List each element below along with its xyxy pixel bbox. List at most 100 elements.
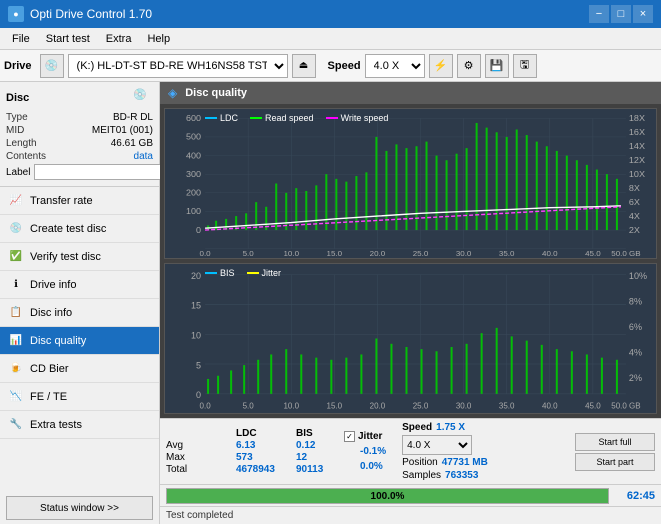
position-label: Position xyxy=(402,457,438,468)
read-speed-legend-item: Read speed xyxy=(250,113,314,123)
disc-panel: Disc 💿 Type BD-R DL MID MEIT01 (001) Len… xyxy=(0,82,159,187)
nav-create-test-disc[interactable]: 💿 Create test disc xyxy=(0,215,159,243)
nav-verify-test-disc[interactable]: ✅ Verify test disc xyxy=(0,243,159,271)
bis-header: BIS xyxy=(296,428,336,439)
avg-bis: 0.12 xyxy=(296,440,336,451)
nav-disc-quality[interactable]: 📊 Disc quality xyxy=(0,327,159,355)
jitter-legend-label: Jitter xyxy=(262,268,282,278)
save-btn[interactable]: 🖫 xyxy=(513,54,537,78)
jitter-header-row: ✓ Jitter xyxy=(344,431,382,442)
nav-drive-info[interactable]: ℹ Drive info xyxy=(0,271,159,299)
status-window-button[interactable]: Status window >> xyxy=(6,496,153,520)
svg-text:5.0: 5.0 xyxy=(243,249,254,258)
disc-length-label: Length xyxy=(6,138,37,149)
title-bar-left: ● Opti Drive Control 1.70 xyxy=(8,6,152,22)
main-area: Disc 💿 Type BD-R DL MID MEIT01 (001) Len… xyxy=(0,82,661,524)
svg-text:18X: 18X xyxy=(629,113,645,123)
svg-text:10.0: 10.0 xyxy=(283,402,299,411)
nav-fe-te[interactable]: 📉 FE / TE xyxy=(0,383,159,411)
drive-select[interactable]: (K:) HL-DT-ST BD-RE WH16NS58 TST4 xyxy=(68,54,288,78)
ldc-legend-dot xyxy=(205,117,217,119)
toolbar: Drive 💿 (K:) HL-DT-ST BD-RE WH16NS58 TST… xyxy=(0,50,661,82)
svg-text:45.0: 45.0 xyxy=(585,402,601,411)
svg-text:20.0: 20.0 xyxy=(370,249,386,258)
nav-disc-info[interactable]: 📋 Disc info xyxy=(0,299,159,327)
samples-value: 763353 xyxy=(445,470,478,481)
svg-text:35.0: 35.0 xyxy=(499,249,515,258)
content-area: ◈ Disc quality LDC Read speed xyxy=(160,82,661,524)
samples-label: Samples xyxy=(402,470,441,481)
svg-text:5.0: 5.0 xyxy=(243,402,255,411)
speed-dropdown[interactable]: 4.0 X xyxy=(402,435,472,455)
disc-label-label: Label xyxy=(6,167,30,178)
progress-time: 62:45 xyxy=(615,490,655,502)
svg-text:5: 5 xyxy=(196,360,201,370)
nav-transfer-rate[interactable]: 📈 Transfer rate xyxy=(0,187,159,215)
eject-button[interactable]: ⏏ xyxy=(292,54,316,78)
avg-jitter: -0.1% xyxy=(344,446,386,457)
max-jitter: 0.0% xyxy=(344,461,383,472)
chart2-wrapper: BIS Jitter xyxy=(164,263,657,414)
nav-cd-bier[interactable]: 🍺 CD Bier xyxy=(0,355,159,383)
menu-file[interactable]: File xyxy=(4,31,38,47)
settings-btn[interactable]: ⚙ xyxy=(457,54,481,78)
svg-text:45.0: 45.0 xyxy=(585,249,601,258)
speed-select[interactable]: 4.0 X xyxy=(365,54,425,78)
chart-header: ◈ Disc quality xyxy=(160,82,661,104)
disc-type-row: Type BD-R DL xyxy=(6,112,153,123)
speed-row: Speed 1.75 X xyxy=(402,422,488,433)
samples-row: Samples 763353 xyxy=(402,470,488,481)
disc-btn[interactable]: 💾 xyxy=(485,54,509,78)
disc-label-row: Label 🔍 xyxy=(6,164,153,180)
position-row: Position 47731 MB xyxy=(402,457,488,468)
close-button[interactable]: × xyxy=(633,5,653,23)
speed-icon-btn[interactable]: ⚡ xyxy=(429,54,453,78)
ldc-header: LDC xyxy=(236,428,276,439)
disc-label-input[interactable] xyxy=(34,164,172,180)
progress-bar: 100.0% xyxy=(166,488,609,504)
progress-area: 100.0% 62:45 xyxy=(160,484,661,506)
app-icon: ● xyxy=(8,6,24,22)
chart1-svg: 600 500 400 300 200 100 0 18X 16X 14X 12… xyxy=(165,109,656,258)
maximize-button[interactable]: □ xyxy=(611,5,631,23)
svg-text:2%: 2% xyxy=(629,373,642,383)
speed-section: Speed 1.75 X 4.0 X Position 47731 MB Sam… xyxy=(402,422,488,481)
disc-length-value: 46.61 GB xyxy=(111,138,153,149)
svg-text:25.0: 25.0 xyxy=(413,249,429,258)
extra-tests-icon: 🔧 xyxy=(8,417,24,433)
svg-text:20.0: 20.0 xyxy=(370,402,386,411)
nav-extra-tests-label: Extra tests xyxy=(30,419,82,431)
start-full-button[interactable]: Start full xyxy=(575,433,655,451)
jitter-checkbox[interactable]: ✓ xyxy=(344,431,355,442)
read-speed-legend-label: Read speed xyxy=(265,113,314,123)
menu-start-test[interactable]: Start test xyxy=(38,31,98,47)
start-part-button[interactable]: Start part xyxy=(575,453,655,471)
drive-icon-btn[interactable]: 💿 xyxy=(40,54,64,78)
svg-text:50.0 GB: 50.0 GB xyxy=(611,402,641,411)
write-speed-legend-dot xyxy=(326,117,338,119)
disc-mid-value: MEIT01 (001) xyxy=(92,125,153,136)
ldc-legend-item: LDC xyxy=(205,113,238,123)
stat-max-row: Max 573 12 xyxy=(166,452,336,463)
svg-text:0: 0 xyxy=(196,390,201,400)
menu-extra[interactable]: Extra xyxy=(98,31,140,47)
svg-text:14X: 14X xyxy=(629,141,645,151)
disc-quality-icon: 📊 xyxy=(8,333,24,349)
stat-headers: LDC BIS xyxy=(166,428,336,439)
minimize-button[interactable]: − xyxy=(589,5,609,23)
app-title: Opti Drive Control 1.70 xyxy=(30,7,152,21)
svg-text:400: 400 xyxy=(186,151,201,161)
svg-text:6X: 6X xyxy=(629,197,640,207)
bottom-status: Test completed xyxy=(160,506,661,524)
svg-text:500: 500 xyxy=(186,132,201,142)
disc-panel-header: Disc 💿 xyxy=(6,88,153,108)
nav-drive-info-label: Drive info xyxy=(30,279,76,291)
write-speed-legend-label: Write speed xyxy=(341,113,389,123)
nav-extra-tests[interactable]: 🔧 Extra tests xyxy=(0,411,159,439)
bis-legend-label: BIS xyxy=(220,268,235,278)
ldc-legend-label: LDC xyxy=(220,113,238,123)
chart2-legend: BIS Jitter xyxy=(205,268,281,278)
charts-container: LDC Read speed Write speed xyxy=(160,104,661,418)
title-bar-controls: − □ × xyxy=(589,5,653,23)
menu-help[interactable]: Help xyxy=(139,31,178,47)
